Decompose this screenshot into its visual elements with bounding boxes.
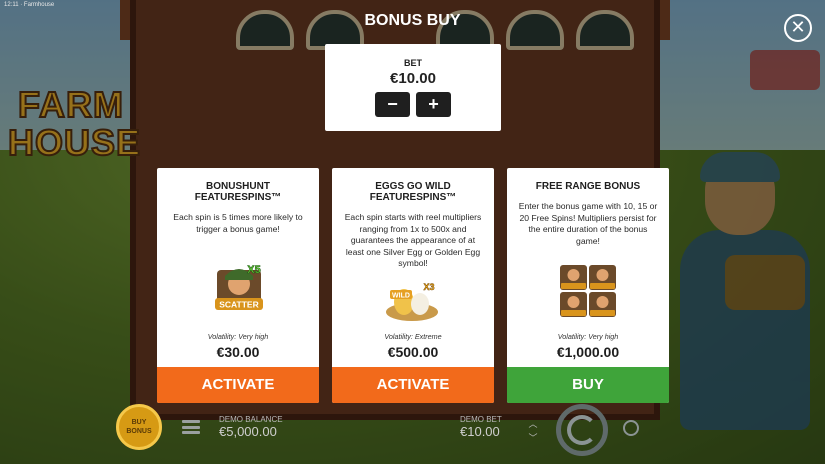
card-price: €500.00 bbox=[387, 344, 439, 360]
close-icon: ✕ bbox=[790, 17, 806, 37]
x3-text: X3 bbox=[423, 282, 434, 292]
wild-text: WILD bbox=[392, 293, 410, 300]
scatter-grid-icon bbox=[560, 265, 616, 317]
bonus-card-eggs-go-wild: EGGS GO WILD FEATURESPINS™ Each spin sta… bbox=[332, 168, 494, 403]
card-title: FREE RANGE BONUS bbox=[535, 181, 641, 192]
card-price: €1,000.00 bbox=[556, 344, 620, 360]
card-volatility: Volatility: Extreme bbox=[384, 332, 442, 341]
card-volatility: Volatility: Very high bbox=[207, 332, 269, 341]
page-title: BONUS BUY bbox=[364, 12, 461, 29]
balance-value: €5,000.00 bbox=[219, 424, 277, 439]
card-volatility: Volatility: Very high bbox=[557, 332, 619, 341]
demo-bet-value: €10.00 bbox=[460, 424, 500, 439]
chevron-up-icon[interactable]: ︿ bbox=[528, 419, 538, 429]
bet-label: BET bbox=[404, 58, 422, 68]
scatter-x5-icon: SCATTER X5 bbox=[215, 264, 263, 310]
bet-panel: BET €10.00 − + bbox=[325, 44, 501, 131]
wild-egg-nest-icon: WILD X3 bbox=[386, 282, 438, 321]
card-description: Each spin is 5 times more likely to trig… bbox=[173, 212, 303, 234]
balance-label: DEMO BALANCE bbox=[219, 415, 283, 424]
card-title: BONUSHUNT FEATURESPINS™ bbox=[194, 181, 282, 203]
bet-controls: − + bbox=[375, 92, 451, 117]
spin-button[interactable] bbox=[556, 404, 608, 456]
autoplay-icon[interactable] bbox=[623, 420, 639, 436]
activate-bonushunt-button[interactable]: ACTIVATE bbox=[157, 367, 319, 403]
spin-icon bbox=[567, 415, 597, 445]
demo-bet-label: DEMO BET bbox=[460, 415, 502, 424]
buy-bonus-button[interactable]: BUY BONUS bbox=[116, 404, 162, 450]
bonus-card-free-range: FREE RANGE BONUS Enter the bonus game wi… bbox=[507, 168, 669, 403]
card-title: EGGS GO WILD FEATURESPINS™ bbox=[369, 181, 457, 203]
buy-free-range-button[interactable]: BUY bbox=[507, 367, 669, 403]
increase-bet-button[interactable]: + bbox=[416, 92, 451, 117]
bet-value: €10.00 bbox=[390, 70, 436, 87]
close-button[interactable]: ✕ bbox=[784, 14, 812, 42]
status-bar: 12:11 · Farmhouse bbox=[4, 2, 55, 8]
bonus-card-bonushunt: BONUSHUNT FEATURESPINS™ Each spin is 5 t… bbox=[157, 168, 319, 403]
activate-eggs-go-wild-button[interactable]: ACTIVATE bbox=[332, 367, 494, 403]
chevron-down-icon[interactable]: ﹀ bbox=[528, 433, 538, 443]
card-description: Enter the bonus game with 10, 15 or 20 F… bbox=[518, 201, 658, 246]
menu-icon[interactable] bbox=[182, 420, 200, 434]
card-description: Each spin starts with reel multipliers r… bbox=[344, 212, 482, 268]
decrease-bet-button[interactable]: − bbox=[375, 92, 410, 117]
x5-text: X5 bbox=[247, 264, 260, 276]
scatter-text: SCATTER bbox=[219, 300, 259, 310]
card-price: €30.00 bbox=[216, 344, 260, 360]
